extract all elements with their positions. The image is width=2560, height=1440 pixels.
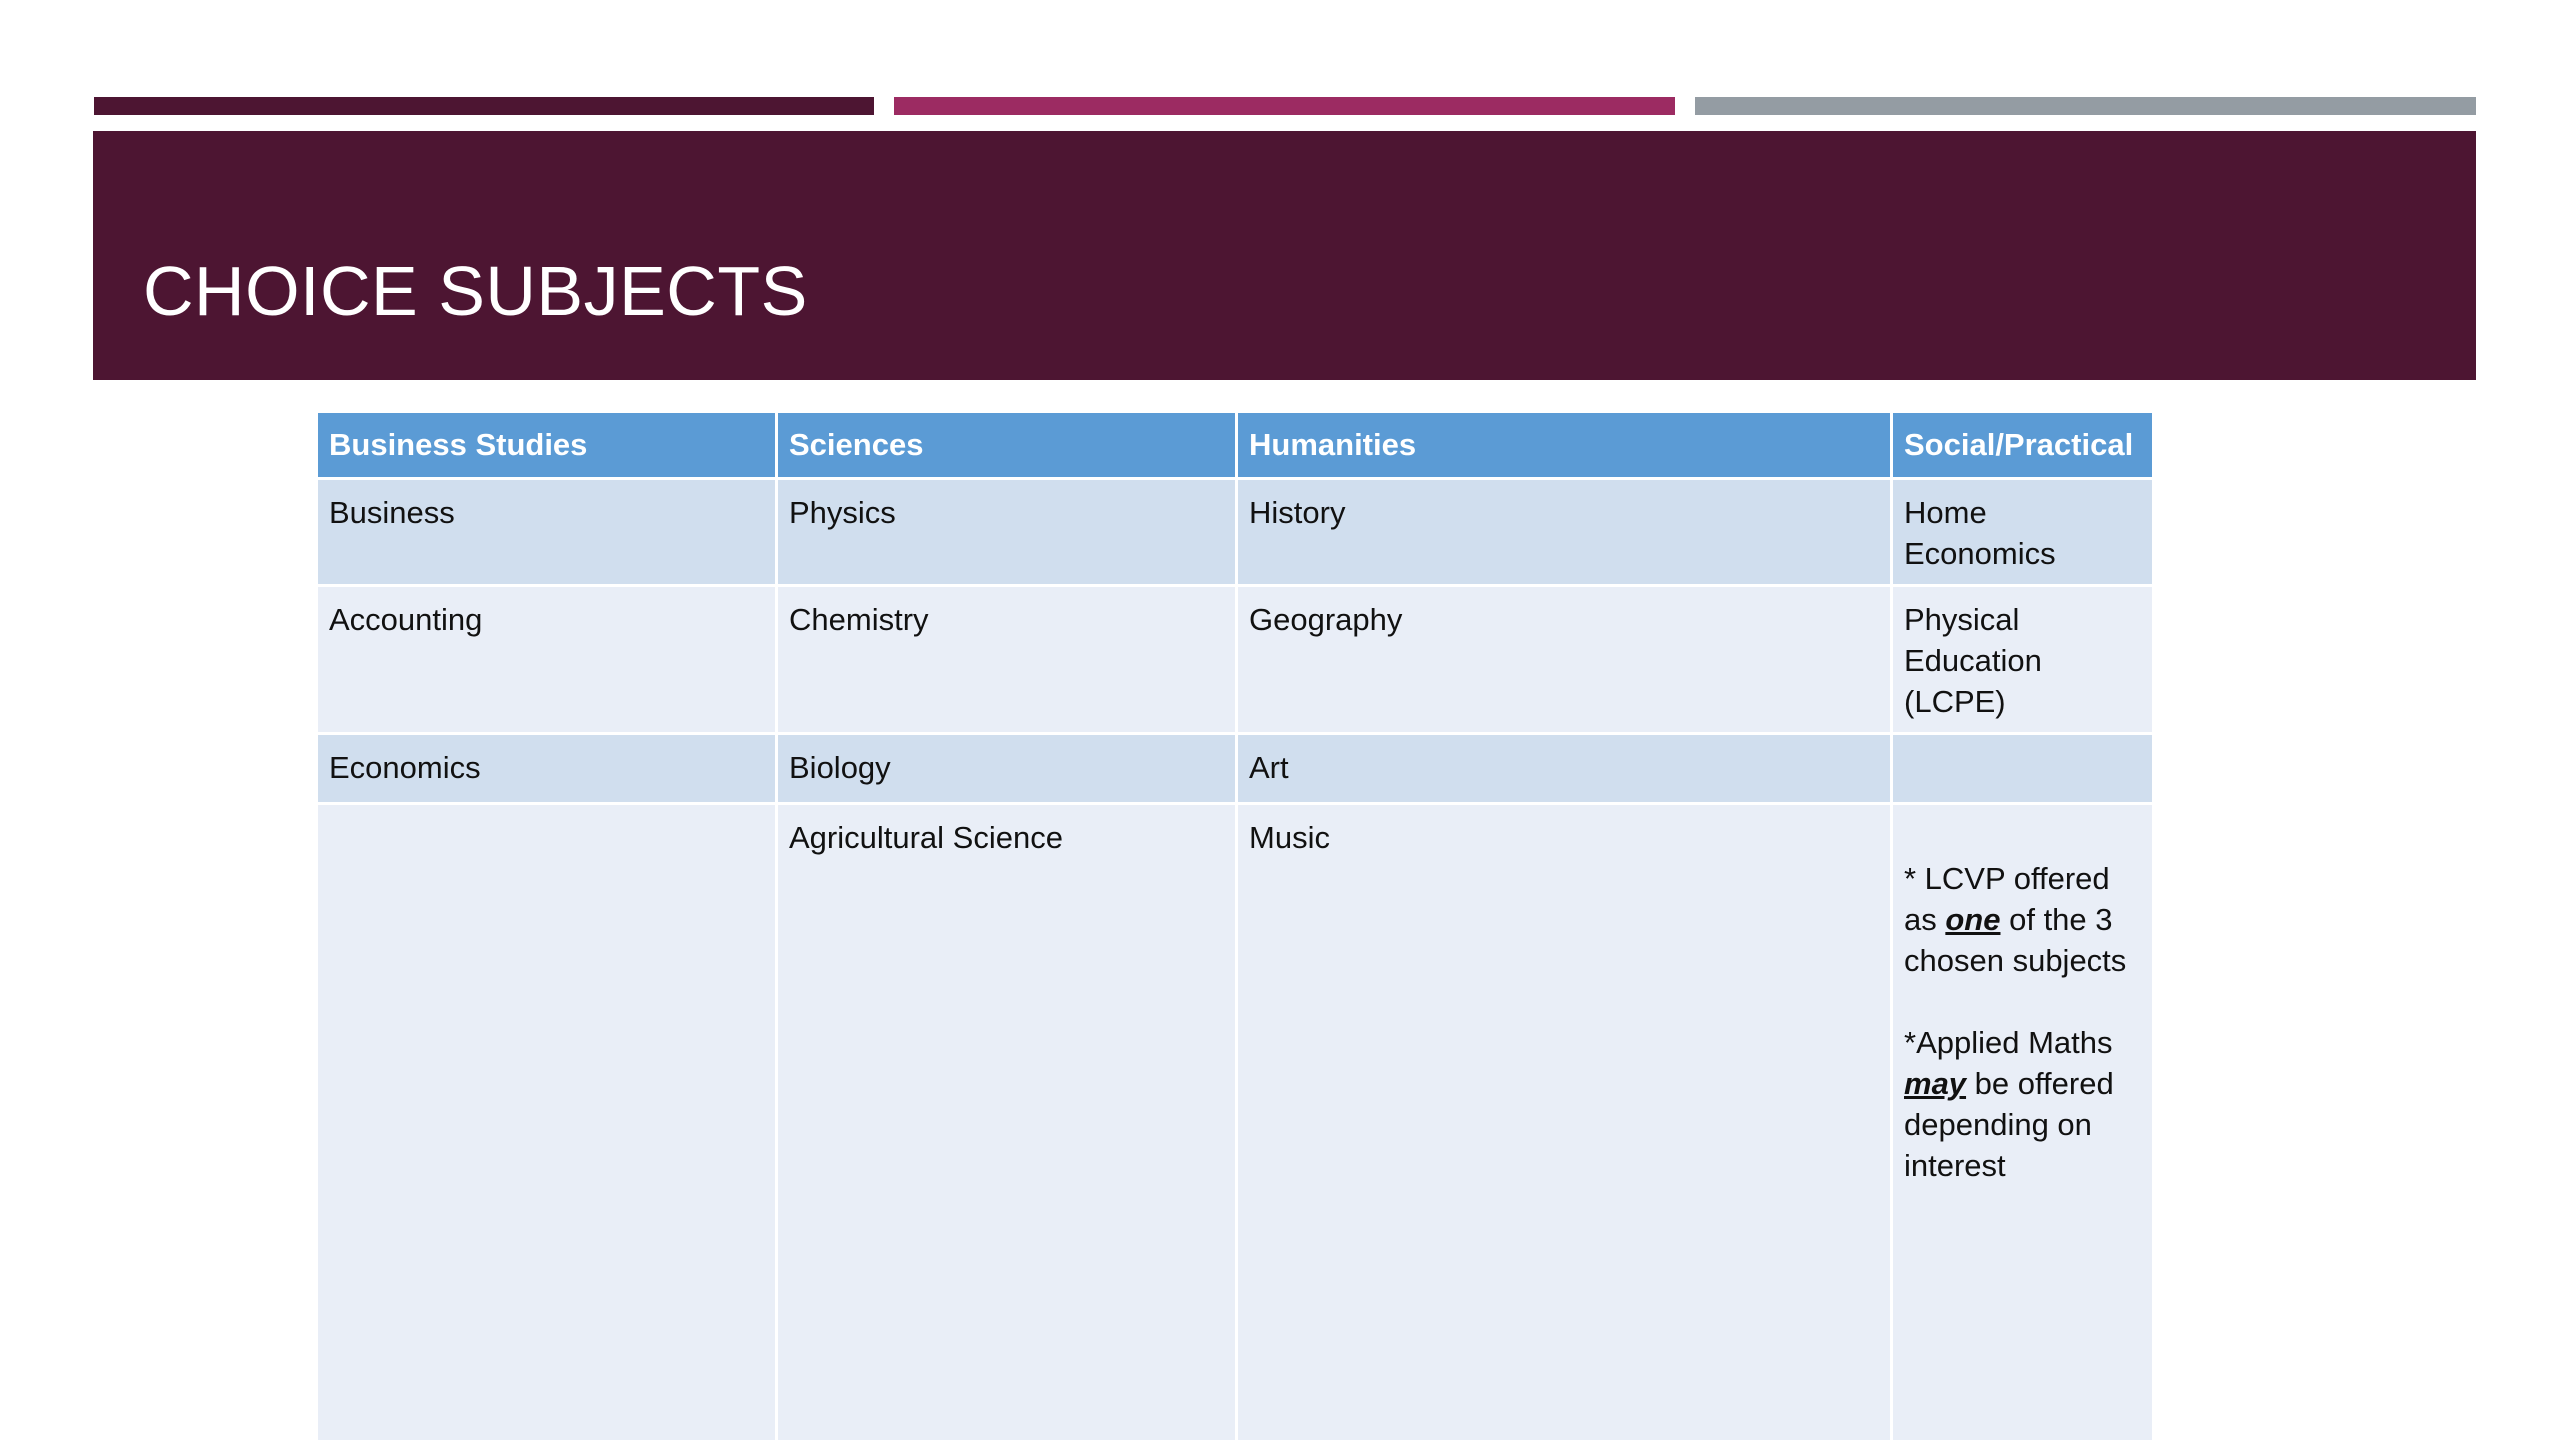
title-band: CHOICE SUBJECTS [93,131,2476,380]
slide: CHOICE SUBJECTS Business Studies Science… [0,0,2560,1440]
header-social-practical: Social/Practical [1890,410,2152,480]
note-applied-maths: *Applied Maths may be offered depending … [1904,1022,2141,1186]
accent-bar-left [94,97,874,115]
table-cell: Agricultural Science [775,802,1238,1440]
subjects-table-container: Business Studies Sciences Humanities Soc… [315,410,2152,1440]
header-humanities: Humanities [1235,410,1893,480]
note-maths-pre: *Applied Maths [1904,1025,2113,1060]
table-cell: Economics [315,732,778,805]
table-row: Agricultural Science Music * LCVP offere… [315,802,2152,1440]
note-maths-emphasis: may [1904,1066,1967,1101]
table-row: Business Physics History Home Economics [315,477,2152,587]
note-lcvp-emphasis: one [1945,902,2001,937]
table-row: Accounting Chemistry Geography Physical … [315,584,2152,735]
table-header-row: Business Studies Sciences Humanities Soc… [315,410,2152,480]
table-cell [315,802,778,1440]
notes-gap [1904,981,2141,1022]
table-cell [1890,732,2152,805]
header-business-studies: Business Studies [315,410,778,480]
table-cell: Accounting [315,584,778,735]
notes-spacer [1904,817,2141,858]
table-cell: Geography [1235,584,1893,735]
table-cell: Art [1235,732,1893,805]
table-cell: Music [1235,802,1893,1440]
table-cell: History [1235,477,1893,587]
accent-bar-middle [894,97,1675,115]
table-cell: Physics [775,477,1238,587]
note-lcvp: * LCVP offered as one of the 3 chosen su… [1904,858,2141,981]
header-sciences: Sciences [775,410,1238,480]
notes-cell: * LCVP offered as one of the 3 chosen su… [1890,802,2152,1440]
subjects-table: Business Studies Sciences Humanities Soc… [315,410,2152,1440]
accent-bar-right [1695,97,2476,115]
table-cell: Home Economics [1890,477,2152,587]
table-cell: Physical Education (LCPE) [1890,584,2152,735]
slide-title: CHOICE SUBJECTS [143,252,808,330]
table-cell: Biology [775,732,1238,805]
table-cell: Chemistry [775,584,1238,735]
table-row: Economics Biology Art [315,732,2152,805]
table-cell: Business [315,477,778,587]
